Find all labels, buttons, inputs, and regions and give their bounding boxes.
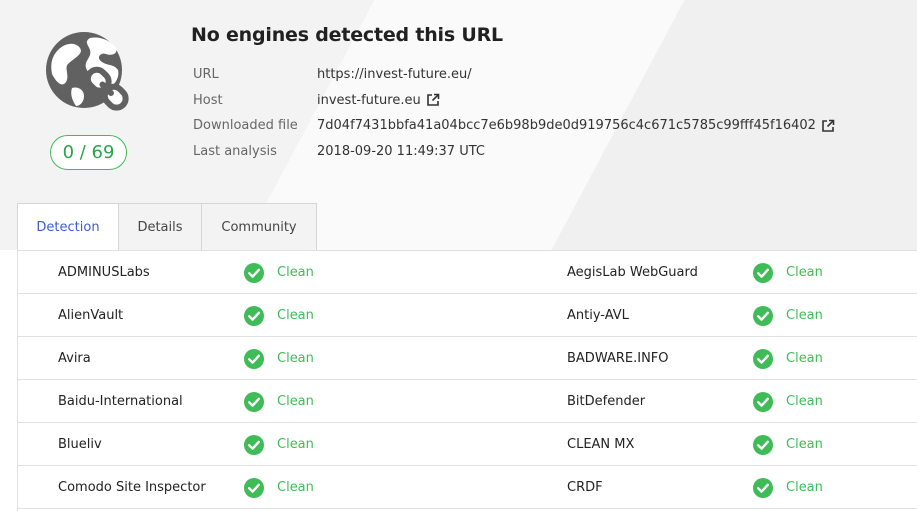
- info-label: URL: [193, 67, 219, 83]
- engine-status: Clean: [244, 423, 314, 466]
- url-info-list: URL https://invest-future.eu/ Host inves…: [193, 62, 835, 164]
- engine-name: Baidu-International: [58, 394, 183, 409]
- page-title: No engines detected this URL: [191, 24, 503, 46]
- engine-status: Clean: [244, 337, 314, 380]
- check-circle-icon: [244, 434, 264, 455]
- info-row-downloaded-file: Downloaded file 7d04f7431bbfa41a04bcc7e6…: [193, 113, 835, 139]
- engine-status: Clean: [244, 466, 314, 509]
- host-value[interactable]: invest-future.eu: [317, 93, 440, 108]
- engine-status: Clean: [753, 466, 823, 509]
- engine-status: Clean: [244, 380, 314, 423]
- table-row: Baidu-International Clean BitDefender Clean: [18, 380, 917, 423]
- info-row-host: Host invest-future.eu: [193, 88, 835, 114]
- info-label: Host: [193, 92, 223, 108]
- check-circle-icon: [753, 348, 773, 369]
- check-circle-icon: [244, 477, 264, 498]
- table-row: AlienVault Clean Antiy-AVL Clean: [18, 294, 917, 337]
- tab-bar: Detection Details Community: [17, 203, 317, 251]
- check-circle-icon: [244, 391, 264, 412]
- check-circle-icon: [753, 305, 773, 326]
- engine-status: Clean: [753, 251, 823, 294]
- check-circle-icon: [753, 262, 773, 283]
- engine-name: BADWARE.INFO: [567, 351, 669, 366]
- check-circle-icon: [244, 262, 264, 283]
- engine-status: Clean: [244, 294, 314, 337]
- engine-name: ADMINUSLabs: [58, 265, 150, 280]
- info-label: Last analysis: [193, 143, 277, 159]
- engine-status: Clean: [753, 294, 823, 337]
- check-circle-icon: [753, 477, 773, 498]
- tab-detection[interactable]: Detection: [17, 203, 119, 251]
- check-circle-icon: [753, 391, 773, 412]
- engine-name: Antiy-AVL: [567, 308, 629, 323]
- engine-name: Comodo Site Inspector: [58, 480, 206, 495]
- check-circle-icon: [753, 434, 773, 455]
- info-label: Downloaded file: [193, 118, 298, 134]
- info-row-url: URL https://invest-future.eu/: [193, 62, 835, 88]
- table-row: Blueliv Clean CLEAN MX Clean: [18, 423, 917, 466]
- engine-name: AlienVault: [58, 308, 124, 323]
- external-link-icon[interactable]: [426, 93, 440, 107]
- check-circle-icon: [244, 305, 264, 326]
- table-row: Comodo Site Inspector Clean CRDF Clean: [18, 466, 917, 509]
- engine-name: AegisLab WebGuard: [567, 265, 698, 280]
- info-row-last-analysis: Last analysis 2018-09-20 11:49:37 UTC: [193, 139, 835, 165]
- tab-community[interactable]: Community: [201, 203, 317, 251]
- engine-status: Clean: [753, 380, 823, 423]
- engine-name: CLEAN MX: [567, 437, 635, 452]
- engine-status: Clean: [753, 337, 823, 380]
- globe-link-icon: [46, 32, 129, 111]
- external-link-icon[interactable]: [821, 119, 835, 133]
- engine-name: CRDF: [567, 480, 603, 495]
- engine-name: Blueliv: [58, 437, 102, 452]
- engine-name: BitDefender: [567, 394, 646, 409]
- engine-name: Avira: [58, 351, 91, 366]
- detection-results-table: ADMINUSLabs Clean AegisLab WebGuard Clean Al…: [17, 250, 917, 511]
- table-row: ADMINUSLabs Clean AegisLab WebGuard Clean: [18, 251, 917, 294]
- tab-details[interactable]: Details: [118, 203, 202, 251]
- engine-status: Clean: [753, 423, 823, 466]
- last-analysis-value: 2018-09-20 11:49:37 UTC: [317, 143, 485, 159]
- detection-score-badge: 0 / 69: [50, 135, 127, 170]
- table-row: Avira Clean BADWARE.INFO Clean: [18, 337, 917, 380]
- url-value: https://invest-future.eu/: [317, 67, 472, 83]
- check-circle-icon: [244, 348, 264, 369]
- downloaded-file-hash[interactable]: 7d04f7431bbfa41a04bcc7e6b98b9de0d919756c…: [317, 118, 835, 133]
- engine-status: Clean: [244, 251, 314, 294]
